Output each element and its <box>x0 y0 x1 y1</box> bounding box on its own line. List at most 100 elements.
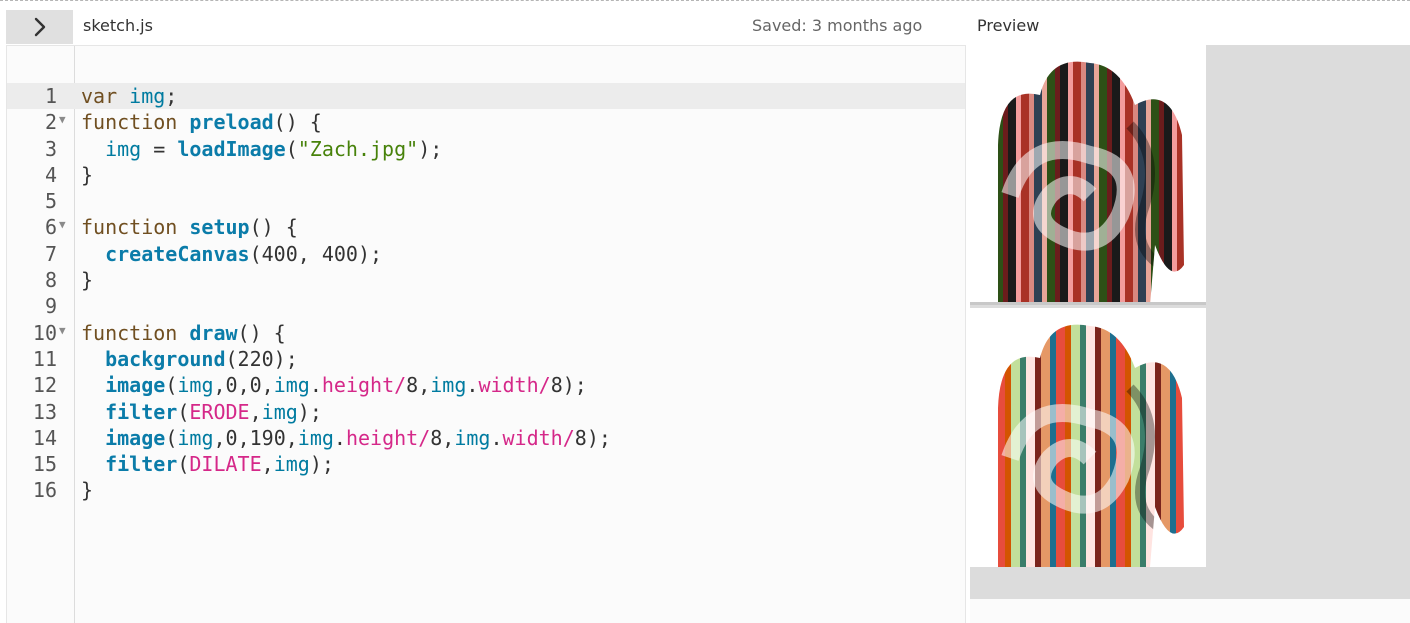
code-text: image(img,0,0,img.height/8,img.width/8); <box>81 372 587 398</box>
code-line[interactable]: 5 <box>7 188 965 214</box>
code-token: () { <box>273 110 322 135</box>
code-text: function setup() { <box>81 214 298 240</box>
code-text: filter(ERODE,img); <box>81 399 322 425</box>
code-line[interactable]: 11 background(220); <box>7 346 965 372</box>
fold-arrow-icon[interactable]: ▼ <box>59 320 66 342</box>
code-token: DILATE <box>189 452 262 477</box>
code-token: ( <box>177 399 190 424</box>
line-number: 12 <box>32 373 57 398</box>
line-number: 14 <box>32 425 57 450</box>
toggle-sidebar-button[interactable] <box>6 10 73 44</box>
code-text: function preload() { <box>81 109 322 135</box>
line-number: 2 <box>44 110 57 135</box>
code-line[interactable]: 13 filter(ERODE,img); <box>7 399 965 425</box>
art-stripe <box>1172 61 1177 302</box>
code-token: ( <box>285 136 298 161</box>
art-stripe <box>998 324 1005 567</box>
editor-header: sketch.js Saved: 3 months ago Preview <box>0 0 1410 45</box>
line-number: 7 <box>44 241 57 266</box>
code-line[interactable]: 9 <box>7 293 965 319</box>
code-line[interactable]: 12 image(img,0,0,img.height/8,img.width/… <box>7 372 965 398</box>
art-stripe <box>1176 324 1184 567</box>
art-stripe <box>1071 324 1080 567</box>
code-token: "Zach.jpg" <box>297 136 419 161</box>
code-line[interactable]: 10 ▼ function draw() { <box>7 320 965 346</box>
art-stripe <box>998 61 1003 302</box>
code-text: var img; <box>81 83 177 109</box>
code-token: filter <box>105 452 178 477</box>
code-line[interactable]: 1 var img; <box>7 83 965 110</box>
code-token: . <box>466 373 479 398</box>
code-token: function <box>81 215 190 240</box>
art-stripe <box>1041 324 1050 567</box>
code-token: img <box>297 425 334 450</box>
file-name-tab[interactable]: sketch.js <box>83 16 153 35</box>
code-token: background <box>105 346 226 371</box>
code-token: filter <box>105 399 178 424</box>
code-line[interactable]: 7 createCanvas(400, 400); <box>7 241 965 267</box>
code-line[interactable]: 15 filter(DILATE,img); <box>7 451 965 477</box>
line-number: 11 <box>32 346 57 371</box>
code-line[interactable]: 8} <box>7 267 965 293</box>
code-token: 8); <box>550 373 587 398</box>
eroded-image <box>998 45 1190 305</box>
code-token: / <box>418 425 431 450</box>
code-token: width <box>478 373 539 398</box>
line-number: 9 <box>44 294 57 319</box>
code-text: function draw() { <box>81 320 286 346</box>
chevron-right-icon <box>34 17 45 37</box>
code-token: width <box>502 425 563 450</box>
line-number: 13 <box>32 399 57 424</box>
code-token: function <box>81 320 190 345</box>
code-token: , <box>249 399 262 424</box>
code-token: img <box>261 399 298 424</box>
code-token: ( <box>165 425 178 450</box>
art-stripe <box>1164 61 1172 302</box>
fold-arrow-icon[interactable]: ▼ <box>59 214 66 236</box>
art-stripe <box>1095 324 1101 567</box>
code-editor[interactable]: 1 var img; 2 ▼ function preload() {3 img = l… <box>6 45 966 623</box>
code-token: . <box>309 373 322 398</box>
code-token: (400, 400); <box>249 241 383 266</box>
code-token: img <box>454 425 491 450</box>
code-token: image <box>105 425 166 450</box>
art-stripe <box>1185 308 1191 567</box>
art-stripe <box>1185 45 1190 305</box>
preview-footer <box>970 599 1410 623</box>
art-stripe <box>1086 324 1095 567</box>
code-token: . <box>333 425 346 450</box>
code-line[interactable]: 4} <box>7 162 965 188</box>
line-number: 16 <box>32 478 57 503</box>
line-number: 6 <box>44 215 57 240</box>
code-token: img <box>177 373 214 398</box>
preview-canvas-dilated <box>970 308 1206 567</box>
art-stripe <box>1050 324 1056 567</box>
art-stripe <box>1094 61 1099 302</box>
code-token: preload <box>189 110 274 135</box>
code-line[interactable]: 6 ▼ function setup() { <box>7 214 965 240</box>
code-token: / <box>562 425 575 450</box>
code-line[interactable]: 16} <box>7 477 965 503</box>
code-text: img = loadImage("Zach.jpg"); <box>81 136 442 162</box>
art-stripe <box>1068 61 1073 302</box>
fold-arrow-icon[interactable]: ▼ <box>59 109 66 131</box>
code-token: 8, <box>430 425 455 450</box>
line-number: 1 <box>44 84 57 108</box>
code-line[interactable]: 3 img = loadImage("Zach.jpg"); <box>7 136 965 162</box>
code-token: image <box>105 373 166 398</box>
art-stripe <box>1073 61 1081 302</box>
code-lines[interactable]: 1 var img; 2 ▼ function preload() {3 img = l… <box>7 83 965 504</box>
code-token: } <box>81 478 94 503</box>
code-text: image(img,0,190,img.height/8,img.width/8… <box>81 425 611 451</box>
code-token: img <box>105 136 142 161</box>
code-token: (220); <box>225 346 298 371</box>
code-token: ; <box>165 84 178 108</box>
art-stripe <box>1159 61 1164 302</box>
code-line[interactable]: 2 ▼ function preload() { <box>7 109 965 135</box>
code-token: img <box>129 84 166 108</box>
code-line[interactable]: 14 image(img,0,190,img.height/8,img.widt… <box>7 425 965 451</box>
